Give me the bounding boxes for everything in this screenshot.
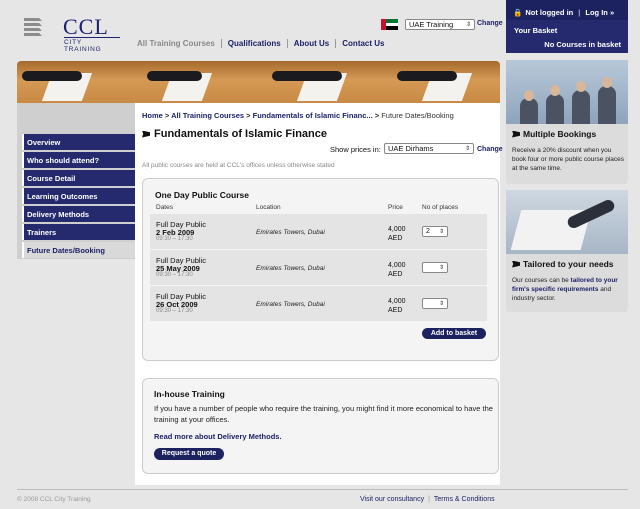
header-places: No of places: [422, 204, 459, 211]
nav-all-courses[interactable]: All Training Courses: [137, 39, 221, 48]
promo-tailored[interactable]: Tailored to your needs Our courses can b…: [506, 190, 628, 312]
writing-hand-image: [506, 190, 628, 254]
select-arrow-icon: ⇕: [438, 229, 444, 235]
breadcrumb-home[interactable]: Home: [142, 111, 163, 120]
select-arrow-icon: ⇕: [465, 22, 471, 28]
places-select[interactable]: ⇕: [422, 262, 448, 273]
delivery-methods-link[interactable]: Read more about Delivery Methods.: [154, 432, 282, 441]
session-price: 4,000 AED: [388, 298, 406, 314]
login-status: Not logged in: [525, 8, 574, 17]
inhouse-text: If you have a number of people who requi…: [154, 404, 493, 424]
logo-mark-icon: [24, 18, 60, 38]
main-nav: All Training Courses Qualifications Abou…: [137, 39, 391, 48]
lock-icon: 🔒: [513, 8, 523, 17]
menu-learning-outcomes[interactable]: Learning Outcomes: [22, 188, 135, 204]
header-price: Price: [388, 204, 403, 211]
select-arrow-icon: ⇕: [438, 265, 444, 271]
basket-status: No Courses in basket: [544, 40, 621, 49]
basket-title[interactable]: Your Basket: [514, 26, 557, 35]
table-row: Full Day Public 26 Oct 2009 09:30 – 17:3…: [150, 286, 487, 321]
header-dates: Dates: [156, 204, 173, 211]
login-bar: 🔒 Not logged in | Log In »: [506, 0, 628, 20]
terms-link[interactable]: Terms & Conditions: [434, 496, 495, 503]
breadcrumb-courses[interactable]: All Training Courses: [171, 111, 244, 120]
country-select[interactable]: UAE Training ⇕: [405, 19, 475, 30]
login-link[interactable]: Log In »: [585, 8, 614, 17]
hero-banner-image: [17, 61, 500, 103]
promo-multiple-bookings[interactable]: Multiple Bookings Receive a 20% discount…: [506, 60, 628, 184]
session-location: Emirates Towers, Dubai: [256, 265, 325, 272]
nav-about-us[interactable]: About Us: [286, 39, 336, 48]
breadcrumb-current: Future Dates/Booking: [381, 111, 454, 120]
header-location: Location: [256, 204, 281, 211]
session-time: 09:30 – 17:30: [156, 236, 193, 242]
course-menu: Overview Who should attend? Course Detai…: [17, 103, 135, 259]
session-price: 4,000 AED: [388, 226, 406, 242]
menu-overview[interactable]: Overview: [22, 134, 135, 150]
page-title: Fundamentals of Islamic Finance: [142, 128, 327, 140]
select-arrow-icon: ⇕: [464, 146, 470, 152]
logo-tagline: CITY TRAINING: [64, 37, 120, 53]
consultancy-link[interactable]: Visit our consultancy: [360, 496, 424, 503]
session-location: Emirates Towers, Dubai: [256, 301, 325, 308]
places-select[interactable]: 2 ⇕: [422, 226, 448, 237]
table-row: Full Day Public 25 May 2009 09:30 – 17:3…: [150, 250, 487, 285]
ccl-logo[interactable]: CCL CITY TRAINING: [24, 14, 124, 53]
promo-flag-icon: [512, 130, 520, 138]
venue-note: All public courses are held at CCL's off…: [142, 162, 335, 169]
promo-flag-icon: [512, 260, 520, 268]
menu-trainers[interactable]: Trainers: [22, 224, 135, 240]
basket-panel: 🔒 Not logged in | Log In » Your Basket N…: [506, 0, 628, 53]
add-to-basket-button[interactable]: Add to basket: [422, 328, 486, 339]
promo-title: Multiple Bookings: [512, 129, 596, 139]
session-location: Emirates Towers, Dubai: [256, 229, 325, 236]
course-type-title: One Day Public Course: [155, 190, 249, 200]
currency-select[interactable]: UAE Dirhams ⇕: [384, 143, 474, 154]
currency-change-link[interactable]: Change: [477, 146, 503, 153]
promo-text: Receive a 20% discount when you book fou…: [512, 147, 625, 172]
promo-text: Our courses can be tailored to your firm…: [512, 277, 618, 302]
menu-delivery-methods[interactable]: Delivery Methods: [22, 206, 135, 222]
business-people-image: [506, 60, 628, 124]
promo-title: Tailored to your needs: [512, 259, 614, 269]
nav-contact-us[interactable]: Contact Us: [335, 39, 390, 48]
breadcrumb: Home > All Training Courses > Fundamenta…: [142, 111, 454, 120]
session-time: 09:30 – 17:30: [156, 308, 193, 314]
show-prices-label: Show prices in:: [330, 145, 381, 154]
session-price: 4,000 AED: [388, 262, 406, 278]
footer-divider: [17, 489, 628, 490]
country-change-link[interactable]: Change: [477, 20, 503, 27]
places-select[interactable]: ⇕: [422, 298, 448, 309]
table-row: Full Day Public 2 Feb 2009 09:30 – 17:30…: [150, 214, 487, 249]
footer-links: Visit our consultancy | Terms & Conditio…: [360, 496, 495, 503]
session-time: 09:30 – 17:30: [156, 272, 193, 278]
page-title-text: Fundamentals of Islamic Finance: [154, 128, 327, 140]
menu-future-dates[interactable]: Future Dates/Booking: [22, 242, 135, 258]
title-flag-icon: [142, 130, 150, 138]
currency-select-value: UAE Dirhams: [388, 144, 434, 153]
breadcrumb-course[interactable]: Fundamentals of Islamic Financ...: [253, 111, 373, 120]
menu-who-should-attend[interactable]: Who should attend?: [22, 152, 135, 168]
inhouse-title: In-house Training: [154, 389, 225, 399]
select-arrow-icon: ⇕: [438, 301, 444, 307]
uae-flag-icon: [381, 19, 398, 31]
nav-qualifications[interactable]: Qualifications: [220, 39, 287, 48]
copyright: © 2008 CCL City Training: [17, 496, 91, 503]
menu-course-detail[interactable]: Course Detail: [22, 170, 135, 186]
request-quote-button[interactable]: Request a quote: [154, 448, 224, 460]
country-select-value: UAE Training: [409, 20, 454, 29]
